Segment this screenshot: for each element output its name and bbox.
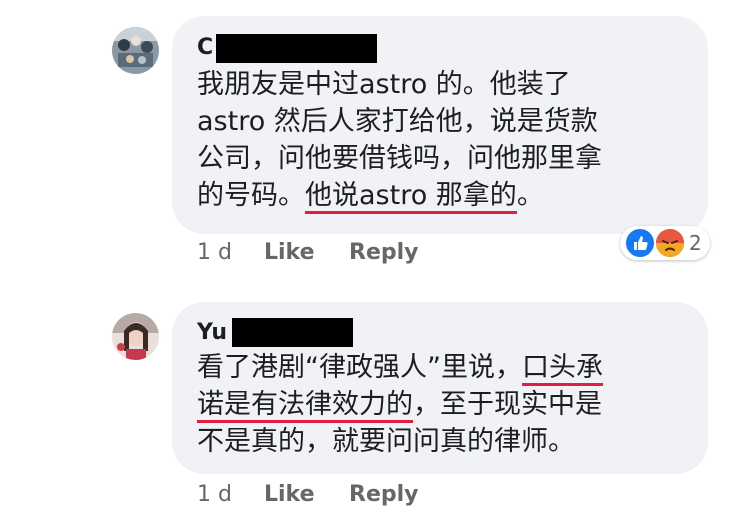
angry-icon [654,227,686,259]
comment-text: 我朋友是中过astro 的。他装了 astro 然后人家打给他，说是货款 公司，… [197,66,602,214]
redacted-name-bar [216,34,377,63]
author-name[interactable]: C [197,35,213,61]
comment-line: 看了港剧“律政强人”里说，口头承 [197,349,603,386]
comment-line: 的号码。他说astro 那拿的。 [197,177,602,214]
underlined-text: 他说astro 那拿的 [305,180,517,214]
comment-line: astro 然后人家打给他，说是货款 [197,106,598,137]
reply-button[interactable]: Reply [349,482,419,508]
underlined-text: 诺是有法律效力的 [197,389,413,423]
avatar[interactable] [112,27,159,74]
author-name[interactable]: Yu [197,320,227,346]
avatar[interactable] [112,313,159,360]
comment-line: 公司，问他要借钱吗，问他那里拿 [197,143,602,174]
timestamp[interactable]: 1 d [197,482,232,508]
comment-text: 看了港剧“律政强人”里说，口头承 诺是有法律效力的，至于现实中是 不是真的，就要… [197,349,603,460]
timestamp[interactable]: 1 d [197,240,232,266]
comment-line: 诺是有法律效力的，至于现实中是 [197,386,603,423]
avatar-image [112,313,159,360]
avatar-image [112,27,159,74]
reply-button[interactable]: Reply [349,240,419,266]
reactions-summary[interactable]: 2 [620,226,710,260]
comment-line: 我朋友是中过astro 的。他装了 [197,69,571,100]
like-button[interactable]: Like [264,240,315,266]
like-icon [624,227,656,259]
underlined-text: 口头承 [521,352,603,386]
like-button[interactable]: Like [264,482,315,508]
redacted-name-bar [232,318,353,347]
reaction-count: 2 [689,231,702,255]
comment-line: 不是真的，就要问问真的律师。 [197,426,575,457]
